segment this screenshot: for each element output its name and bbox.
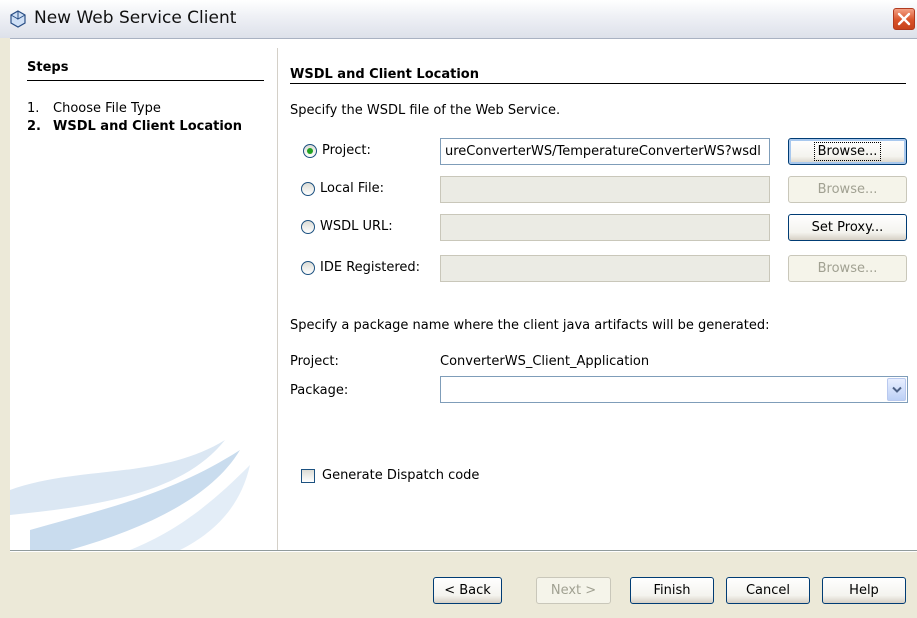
generate-dispatch-checkbox[interactable] <box>301 469 315 483</box>
step-label: WSDL and Client Location <box>53 119 242 134</box>
package-dropdown-button[interactable] <box>887 378 906 401</box>
back-button[interactable]: < Back <box>433 577 502 604</box>
ide-registered-radio[interactable] <box>301 261 315 275</box>
set-proxy-button[interactable]: Set Proxy... <box>788 214 907 241</box>
finish-label: Finish <box>653 583 691 598</box>
package-instruction: Specify a package name where the client … <box>290 318 770 333</box>
local-file-field[interactable] <box>440 176 770 203</box>
window-border <box>0 38 10 552</box>
decorative-swoosh-graphic <box>10 440 250 550</box>
step-label: Choose File Type <box>53 101 161 116</box>
step-number: 1. <box>27 101 40 116</box>
title-bar: New Web Service Client <box>0 0 917 39</box>
set-proxy-label: Set Proxy... <box>811 220 884 235</box>
back-label: < Back <box>444 583 491 598</box>
local-file-browse-label: Browse... <box>817 182 878 197</box>
help-button[interactable]: Help <box>822 577 906 604</box>
project-browse-label: Browse... <box>813 142 882 161</box>
steps-divider <box>27 80 264 81</box>
next-label: Next > <box>550 583 597 598</box>
cancel-button[interactable]: Cancel <box>726 577 810 604</box>
step-item-2-current: 2. WSDL and Client Location <box>27 119 242 134</box>
ide-registered-field[interactable] <box>440 255 770 282</box>
ide-registered-browse-button[interactable]: Browse... <box>788 255 907 282</box>
project-wsdl-value: ureConverterWS/TemperatureConverterWS?ws… <box>445 144 761 159</box>
project-name-value: ConverterWS_Client_Application <box>440 354 650 369</box>
section-divider <box>290 83 906 84</box>
section-title: WSDL and Client Location <box>290 67 479 82</box>
package-combobox[interactable] <box>440 376 908 403</box>
panel-divider <box>277 48 278 550</box>
package-label: Package: <box>290 383 349 398</box>
local-file-radio-label[interactable]: Local File: <box>320 181 384 196</box>
close-button[interactable] <box>893 8 915 30</box>
step-item-1: 1. Choose File Type <box>27 101 161 116</box>
help-label: Help <box>849 583 879 598</box>
next-button[interactable]: Next > <box>536 577 611 604</box>
finish-button[interactable]: Finish <box>630 577 714 604</box>
generate-dispatch-label[interactable]: Generate Dispatch code <box>322 468 479 483</box>
wsdl-url-field[interactable] <box>440 214 770 241</box>
cancel-label: Cancel <box>745 583 791 598</box>
chevron-down-icon <box>892 386 902 393</box>
step-number: 2. <box>27 119 41 134</box>
wsdl-instruction: Specify the WSDL file of the Web Service… <box>290 103 561 118</box>
ide-registered-browse-label: Browse... <box>817 261 878 276</box>
local-file-radio[interactable] <box>301 182 315 196</box>
wsdl-url-radio[interactable] <box>301 220 315 234</box>
steps-title: Steps <box>27 60 69 75</box>
close-icon <box>897 12 911 26</box>
ide-registered-radio-label[interactable]: IDE Registered: <box>320 260 420 275</box>
project-label: Project: <box>290 354 339 369</box>
window-title: New Web Service Client <box>34 8 237 28</box>
project-browse-button[interactable]: Browse... <box>788 138 907 165</box>
project-radio[interactable] <box>303 144 317 158</box>
project-radio-label[interactable]: Project: <box>322 143 371 158</box>
local-file-browse-button[interactable]: Browse... <box>788 176 907 203</box>
project-wsdl-field[interactable]: ureConverterWS/TemperatureConverterWS?ws… <box>440 138 770 165</box>
web-service-icon <box>10 10 26 28</box>
wsdl-url-radio-label[interactable]: WSDL URL: <box>320 219 393 234</box>
